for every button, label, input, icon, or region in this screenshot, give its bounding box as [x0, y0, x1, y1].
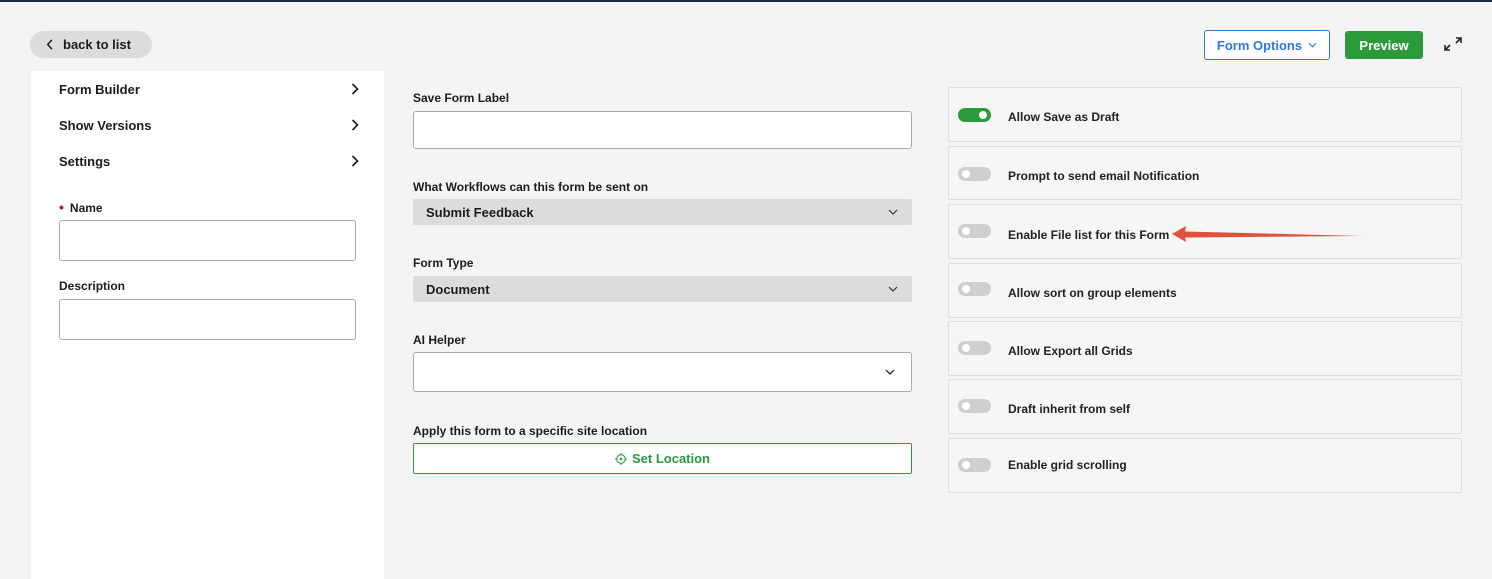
- toggle-knob: [962, 227, 970, 235]
- form-type-select[interactable]: Document: [413, 276, 912, 302]
- toggle-knob: [962, 344, 970, 352]
- preview-button[interactable]: Preview: [1345, 31, 1423, 59]
- toggle-knob: [962, 461, 970, 469]
- back-to-list-button[interactable]: back to list: [30, 31, 152, 58]
- workflows-label: What Workflows can this form be sent on: [413, 180, 649, 194]
- name-input[interactable]: [59, 220, 356, 261]
- workflows-select[interactable]: Submit Feedback: [413, 199, 912, 225]
- nav-item-show-versions[interactable]: Show Versions: [59, 115, 359, 135]
- toggle-knob: [962, 402, 970, 410]
- save-form-label-input[interactable]: [413, 111, 912, 149]
- toggle-knob: [962, 285, 970, 293]
- toggle-switch[interactable]: [958, 167, 991, 181]
- form-options-label: Form Options: [1216, 37, 1303, 53]
- chevron-down-icon: [888, 286, 898, 292]
- toggle-row-allow-save-as-draft: Allow Save as Draft: [948, 87, 1462, 142]
- save-form-label: Save Form Label: [413, 91, 510, 105]
- workflows-selected-value: Submit Feedback: [426, 204, 534, 220]
- toggle-knob: [962, 170, 970, 178]
- form-type-label: Form Type: [413, 256, 474, 270]
- top-border: [0, 0, 1492, 2]
- name-label-row: • Name: [59, 199, 103, 215]
- form-type-selected-value: Document: [426, 281, 490, 297]
- back-to-list-label: back to list: [63, 37, 131, 52]
- nav-item-form-builder[interactable]: Form Builder: [59, 79, 359, 99]
- ai-helper-select[interactable]: [413, 352, 912, 392]
- set-location-button[interactable]: Set Location: [413, 443, 912, 474]
- toggle-label: Enable grid scrolling: [1008, 458, 1127, 472]
- toggle-switch[interactable]: [958, 282, 991, 296]
- toggle-row-enable-grid-scrolling: Enable grid scrolling: [948, 438, 1462, 493]
- toggle-label: Allow Export all Grids: [1008, 344, 1133, 358]
- set-location-label: Set Location: [631, 451, 710, 466]
- toggle-row-prompt-email-notification: Prompt to send email Notification: [948, 146, 1462, 200]
- toggle-label: Enable File list for this Form: [1008, 228, 1170, 242]
- chevron-down-icon: [888, 209, 898, 215]
- expand-icon[interactable]: [1443, 36, 1463, 52]
- ai-helper-label: AI Helper: [413, 333, 466, 347]
- toggle-switch[interactable]: [958, 399, 991, 413]
- form-options-button[interactable]: Form Options: [1204, 30, 1330, 60]
- site-location-label: Apply this form to a specific site locat…: [413, 424, 648, 438]
- toggle-knob: [979, 111, 987, 119]
- nav-item-label: Show Versions: [59, 117, 152, 133]
- left-panel: Form Builder Show Versions Settings • Nam…: [31, 71, 384, 579]
- toggle-switch[interactable]: [958, 108, 991, 122]
- toggle-switch[interactable]: [958, 341, 991, 355]
- chevron-right-icon: [351, 155, 359, 167]
- toggle-switch[interactable]: [958, 458, 991, 472]
- chevron-down-icon: [1308, 42, 1317, 48]
- description-input[interactable]: [59, 299, 356, 340]
- description-label: Description: [59, 279, 126, 293]
- chevron-left-icon: [46, 39, 53, 50]
- toggle-label: Allow Save as Draft: [1008, 110, 1120, 124]
- toggle-row-allow-export-all-grids: Allow Export all Grids: [948, 321, 1462, 376]
- nav-item-settings[interactable]: Settings: [59, 151, 359, 171]
- toggle-switch[interactable]: [958, 224, 991, 238]
- crosshair-icon: [614, 452, 627, 465]
- toggle-label: Prompt to send email Notification: [1008, 169, 1200, 183]
- required-indicator: •: [59, 199, 64, 215]
- annotation-arrow-icon: [1172, 226, 1362, 242]
- chevron-right-icon: [351, 119, 359, 131]
- chevron-right-icon: [351, 83, 359, 95]
- toggle-row-draft-inherit-from-self: Draft inherit from self: [948, 379, 1462, 434]
- name-label: Name: [69, 201, 103, 215]
- chevron-down-icon: [885, 369, 895, 375]
- nav-item-label: Settings: [59, 153, 111, 169]
- toggle-row-allow-sort-group-elements: Allow sort on group elements: [948, 263, 1462, 318]
- toggle-label: Draft inherit from self: [1008, 402, 1131, 416]
- toggle-label: Allow sort on group elements: [1008, 286, 1177, 300]
- nav-item-label: Form Builder: [59, 81, 140, 97]
